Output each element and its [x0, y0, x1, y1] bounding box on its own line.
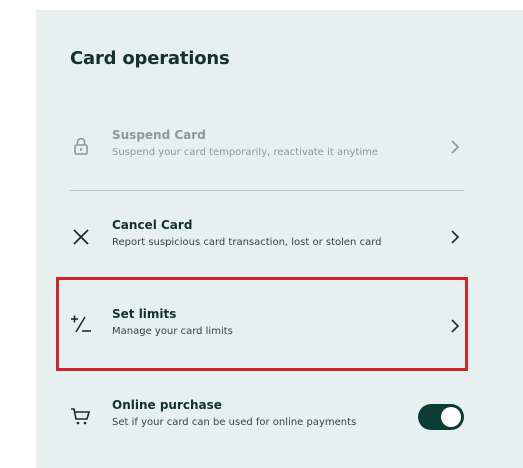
toggle-knob	[441, 407, 461, 427]
cancel-card-item[interactable]: Cancel Card Report suspicious card trans…	[70, 218, 464, 278]
suspend-card-item[interactable]: Suspend Card Suspend your card temporari…	[70, 128, 464, 188]
online-purchase-description: Set if your card can be used for online …	[112, 417, 357, 428]
online-purchase-toggle[interactable]	[418, 404, 464, 430]
card-operations-panel: Card operations Suspend Card Suspend you…	[36, 10, 523, 468]
online-purchase-label: Online purchase	[112, 398, 222, 412]
lock-icon	[70, 135, 92, 157]
suspend-card-label: Suspend Card	[112, 128, 206, 142]
chevron-right-icon	[448, 228, 462, 246]
suspend-card-description: Suspend your card temporarily, reactivat…	[112, 147, 378, 158]
divider	[70, 190, 464, 191]
online-purchase-item: Online purchase Set if your card can be …	[70, 398, 464, 458]
highlight-box	[56, 277, 468, 371]
cancel-card-description: Report suspicious card transaction, lost…	[112, 237, 382, 248]
cart-icon	[70, 406, 92, 428]
cancel-card-label: Cancel Card	[112, 218, 193, 232]
chevron-right-icon	[448, 138, 462, 156]
close-icon	[70, 226, 92, 248]
page-title: Card operations	[70, 48, 230, 69]
